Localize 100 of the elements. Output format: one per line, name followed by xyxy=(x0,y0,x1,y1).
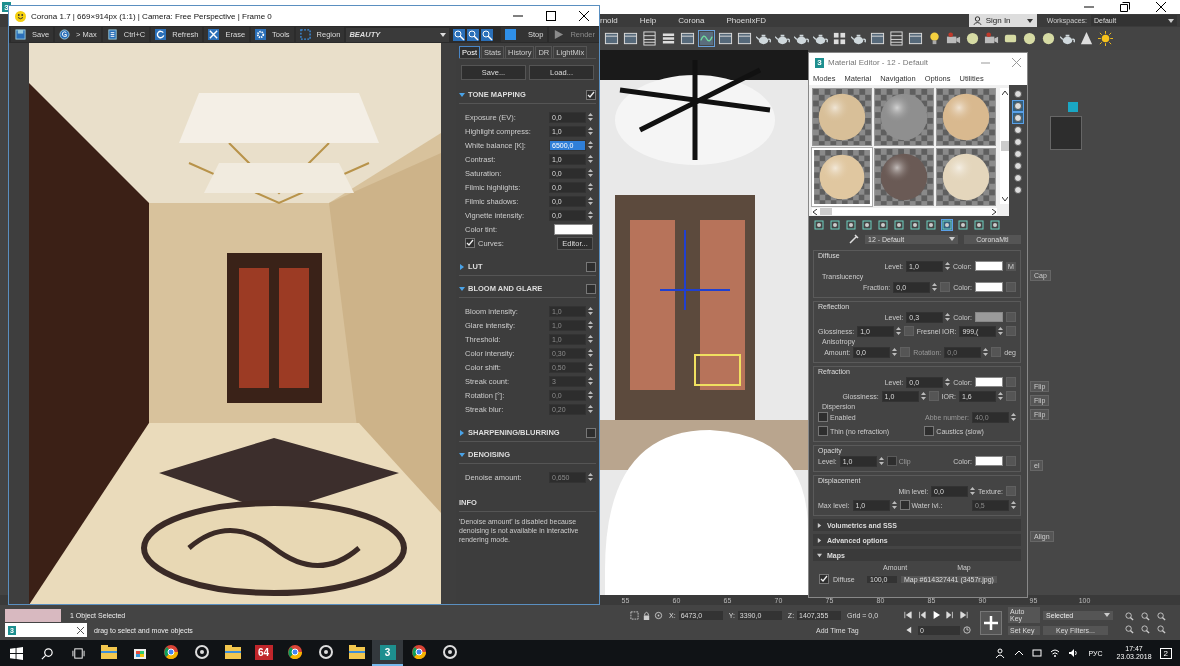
checkbox[interactable] xyxy=(818,412,828,422)
zoom-fit-icon[interactable] xyxy=(480,28,493,41)
time-config-icon[interactable] xyxy=(963,626,971,634)
notifications-button[interactable]: 2 xyxy=(1159,647,1172,659)
camera-icon[interactable] xyxy=(946,31,961,46)
spinner-arrows-icon[interactable] xyxy=(932,283,938,291)
task-view-icon[interactable] xyxy=(72,646,85,660)
material-sphere[interactable] xyxy=(936,88,996,146)
go-to-end-icon[interactable] xyxy=(960,611,968,619)
material-tool-icon[interactable] xyxy=(910,219,920,230)
collapse-arrow-icon[interactable] xyxy=(459,285,465,292)
collapse-arrow-icon[interactable] xyxy=(459,91,465,98)
checkbox[interactable] xyxy=(465,238,475,248)
viewport-navigation-icon[interactable] xyxy=(1157,611,1166,621)
sample-option-icon[interactable] xyxy=(1013,89,1023,99)
material-tool-icon[interactable] xyxy=(830,219,840,230)
expand-arrow-icon[interactable] xyxy=(459,263,465,270)
material-tool-icon[interactable] xyxy=(862,219,872,230)
spinner-arrows-icon[interactable] xyxy=(588,183,593,191)
sample-option-icon[interactable] xyxy=(1013,113,1023,123)
material-tool-icon[interactable] xyxy=(926,219,936,230)
table-icon[interactable] xyxy=(889,31,904,46)
spinner-arrows-icon[interactable] xyxy=(896,327,902,335)
spinner-arrows-icon[interactable] xyxy=(588,141,593,149)
key-mode-icon[interactable] xyxy=(904,626,912,634)
menu-item[interactable]: rnold xyxy=(600,16,618,25)
script-listener-field[interactable] xyxy=(5,608,61,622)
menu-item[interactable]: Corona xyxy=(678,16,705,25)
lock-icon[interactable] xyxy=(642,610,651,620)
viewport-navigation-icon[interactable] xyxy=(1125,611,1134,621)
color-swatch[interactable] xyxy=(975,282,1003,292)
spinner-arrows-icon[interactable] xyxy=(588,169,593,177)
collapse-arrow-icon[interactable] xyxy=(459,451,465,458)
taskbar-app[interactable]: 3 xyxy=(372,640,403,666)
next-frame-icon[interactable] xyxy=(946,611,954,619)
spinner-arrows-icon[interactable] xyxy=(588,127,593,135)
maximize-icon[interactable] xyxy=(546,11,556,21)
checkbox[interactable] xyxy=(819,574,829,584)
color-swatch[interactable] xyxy=(975,377,1003,387)
spinner-arrows-icon[interactable] xyxy=(998,392,1003,400)
start-icon[interactable] xyxy=(10,646,23,660)
checkbox[interactable] xyxy=(924,426,935,436)
scroll-up-icon[interactable] xyxy=(1001,90,1008,96)
previous-frame-icon[interactable] xyxy=(918,611,926,619)
window-icon[interactable] xyxy=(908,31,923,46)
material-tool-icon[interactable] xyxy=(958,219,968,230)
sample-option-icon[interactable] xyxy=(1013,101,1023,111)
color-swatch[interactable] xyxy=(975,456,1003,466)
material-tool-icon[interactable] xyxy=(846,219,856,230)
play-icon[interactable] xyxy=(932,611,940,619)
sphere-icon[interactable] xyxy=(965,31,980,46)
people-icon[interactable] xyxy=(996,648,1007,658)
close-icon[interactable] xyxy=(77,626,84,634)
zoom-in-icon[interactable] xyxy=(452,28,465,41)
taskbar-app[interactable]: 64 xyxy=(248,640,279,666)
material-tool-icon[interactable] xyxy=(878,219,888,230)
restore-icon[interactable] xyxy=(1120,2,1130,12)
spinner-arrows-icon[interactable] xyxy=(945,262,951,270)
chevron-up-icon[interactable] xyxy=(1014,648,1025,658)
camera-icon[interactable] xyxy=(984,31,999,46)
material-sphere[interactable] xyxy=(812,88,872,146)
spinner-arrows-icon[interactable] xyxy=(588,155,593,163)
spinner-arrows-icon[interactable] xyxy=(892,348,898,356)
modifier-list[interactable] xyxy=(1050,116,1082,150)
checkbox[interactable] xyxy=(586,427,596,438)
spinner-arrows-icon[interactable] xyxy=(588,197,593,205)
viewport-navigation-icon[interactable] xyxy=(1141,611,1150,621)
sphere-icon[interactable] xyxy=(1022,31,1037,46)
viewport-navigation-icon[interactable] xyxy=(1125,624,1134,634)
spinner-arrows-icon[interactable] xyxy=(998,327,1004,335)
viewport-navigation-icon[interactable] xyxy=(1141,624,1150,634)
checkbox[interactable] xyxy=(586,261,596,272)
grid-icon[interactable] xyxy=(832,31,847,46)
scrollbar-thumb[interactable] xyxy=(1000,141,1009,151)
close-icon[interactable] xyxy=(1156,2,1166,12)
close-icon[interactable] xyxy=(579,11,589,21)
light-bulb-icon[interactable] xyxy=(927,31,942,46)
spinner-arrows-icon[interactable] xyxy=(920,392,926,400)
layers-icon[interactable] xyxy=(661,31,676,46)
eyedropper-icon[interactable] xyxy=(849,234,859,244)
material-tool-icon[interactable] xyxy=(942,219,952,230)
add-key-button[interactable] xyxy=(980,610,1002,635)
spinner-arrows-icon[interactable] xyxy=(945,378,951,386)
material-tool-icon[interactable] xyxy=(814,219,824,230)
zoom-out-icon[interactable] xyxy=(466,28,479,41)
material-tool-icon[interactable] xyxy=(974,219,984,230)
spinner-arrows-icon[interactable] xyxy=(588,211,593,219)
spinner-arrows-icon[interactable] xyxy=(878,457,884,465)
selection-icon[interactable] xyxy=(630,610,639,620)
material-sphere[interactable] xyxy=(874,88,934,146)
menu-item[interactable]: PhoenixFD xyxy=(726,16,767,25)
window-icon[interactable] xyxy=(623,31,638,46)
window-icon[interactable] xyxy=(870,31,885,46)
expand-arrow-icon[interactable] xyxy=(459,429,465,436)
volume-icon[interactable] xyxy=(1068,648,1079,658)
scroll-left-icon[interactable] xyxy=(812,208,818,215)
sun-icon[interactable] xyxy=(1098,31,1113,46)
cone-icon[interactable] xyxy=(1079,31,1094,46)
viewport-navigation-icon[interactable] xyxy=(1157,624,1166,634)
scroll-down-icon[interactable] xyxy=(1001,196,1008,202)
